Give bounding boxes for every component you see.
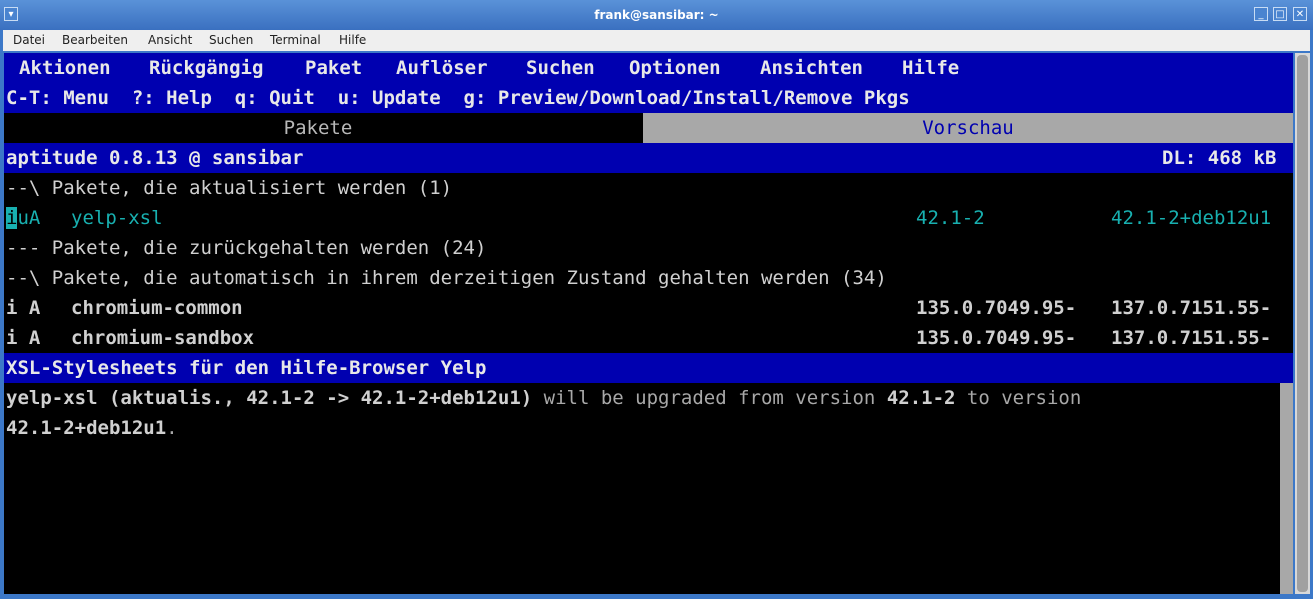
description-line-1: yelp-xsl (aktualis., 42.1-2 -> 42.1-2+de… [4, 383, 1293, 413]
package-row-chromium-common[interactable]: i A chromium-common 135.0.7049.95- 137.0… [4, 293, 1293, 323]
tab-vorschau[interactable]: Vorschau [643, 113, 1293, 143]
package-new-version: 137.0.7151.55- [1111, 297, 1272, 319]
menu-hilfe[interactable]: Hilfe [339, 33, 366, 47]
menu-bearbeiten[interactable]: Bearbeiten [62, 33, 128, 47]
package-flags: iuA [6, 207, 41, 229]
maximize-button[interactable]: □ [1273, 7, 1287, 21]
window-title: frank@sansibar: ~ [594, 8, 719, 22]
window-scrollbar[interactable] [1295, 53, 1310, 594]
aptitude-help-line: C-T: Menu ?: Help q: Quit u: Update g: P… [4, 83, 1293, 113]
description-scrollbar[interactable] [1280, 383, 1293, 594]
package-name: chromium-sandbox [71, 327, 255, 349]
description-old-version: 42.1-2 [886, 387, 956, 409]
terminal-menubar: Datei Bearbeiten Ansicht Suchen Terminal… [3, 30, 1310, 51]
window-scrollbar-thumb[interactable] [1297, 55, 1308, 592]
aptitude-menubar: Aktionen Rückgängig Paket Auflöser Suche… [4, 53, 1293, 83]
group-header-upgrades[interactable]: --\ Pakete, die aktualisiert werden (1) [4, 173, 1293, 203]
description-phrase: will be upgraded from version [532, 387, 887, 409]
package-flags: i A [6, 297, 41, 319]
group-header-auto-held[interactable]: --\ Pakete, die automatisch in ihrem der… [4, 263, 1293, 293]
aptitude-status-line: aptitude 0.8.13 @ sansibar DL: 468 kB [4, 143, 1293, 173]
apt-menu-hilfe[interactable]: Hilfe [902, 53, 959, 83]
minimize-button[interactable]: _ [1254, 7, 1268, 21]
description-line-2: 42.1-2+deb12u1. [4, 413, 1293, 443]
cursor: i [6, 207, 18, 229]
package-current-version: 135.0.7049.95- [916, 327, 1077, 349]
apt-menu-paket[interactable]: Paket [305, 53, 362, 83]
group-header-text: --\ Pakete, die aktualisiert werden (1) [6, 177, 453, 199]
package-new-version: 42.1-2+deb12u1 [1111, 207, 1272, 229]
menu-datei[interactable]: Datei [13, 33, 45, 47]
group-header-text: --- Pakete, die zurückgehalten werden (2… [6, 237, 487, 259]
status-version: aptitude 0.8.13 @ sansibar [6, 147, 304, 169]
description-new-version: 42.1-2+deb12u1 [6, 417, 167, 439]
menu-terminal[interactable]: Terminal [270, 33, 321, 47]
tab-pakete[interactable]: Pakete [4, 113, 632, 143]
apt-menu-aufloeser[interactable]: Auflöser [396, 53, 488, 83]
close-button[interactable]: ✕ [1293, 7, 1307, 21]
apt-menu-ansichten[interactable]: Ansichten [760, 53, 863, 83]
apt-menu-suchen[interactable]: Suchen [526, 53, 595, 83]
terminal-screen[interactable]: Aktionen Rückgängig Paket Auflöser Suche… [4, 53, 1293, 594]
group-header-text: --\ Pakete, die automatisch in ihrem der… [6, 267, 887, 289]
menu-suchen[interactable]: Suchen [209, 33, 253, 47]
apt-menu-optionen[interactable]: Optionen [629, 53, 721, 83]
description-package: yelp-xsl (aktualis., 42.1-2 -> 42.1-2+de… [6, 387, 533, 409]
package-flags: i A [6, 327, 41, 349]
package-name: yelp-xsl [71, 207, 163, 229]
status-download-size: DL: 468 kB [1162, 147, 1277, 169]
description-phrase: to version [955, 387, 1082, 409]
help-line-text: C-T: Menu ?: Help q: Quit u: Update g: P… [6, 87, 910, 109]
description-text: yelp-xsl (aktualis., 42.1-2 -> 42.1-2+de… [6, 383, 1081, 413]
package-current-version: 135.0.7049.95- [916, 297, 1077, 319]
window-titlebar: ▾ frank@sansibar: ~ _ □ ✕ [0, 0, 1313, 30]
menu-ansicht[interactable]: Ansicht [148, 33, 192, 47]
description-title: XSL-Stylesheets für den Hilfe-Browser Ye… [6, 357, 487, 379]
description-phrase: . [166, 417, 178, 439]
group-header-held[interactable]: --- Pakete, die zurückgehalten werden (2… [4, 233, 1293, 263]
package-new-version: 137.0.7151.55- [1111, 327, 1272, 349]
package-row-chromium-sandbox[interactable]: i A chromium-sandbox 135.0.7049.95- 137.… [4, 323, 1293, 353]
description-title-bar: XSL-Stylesheets für den Hilfe-Browser Ye… [4, 353, 1293, 383]
apt-menu-rueckgaengig[interactable]: Rückgängig [149, 53, 263, 83]
aptitude-tabs: Pakete Vorschau [4, 113, 1293, 143]
description-text: 42.1-2+deb12u1. [6, 413, 178, 443]
package-row-yelp-xsl[interactable]: iuA yelp-xsl 42.1-2 42.1-2+deb12u1 [4, 203, 1293, 233]
package-current-version: 42.1-2 [916, 207, 985, 229]
package-name: chromium-common [71, 297, 243, 319]
apt-menu-aktionen[interactable]: Aktionen [19, 53, 111, 83]
